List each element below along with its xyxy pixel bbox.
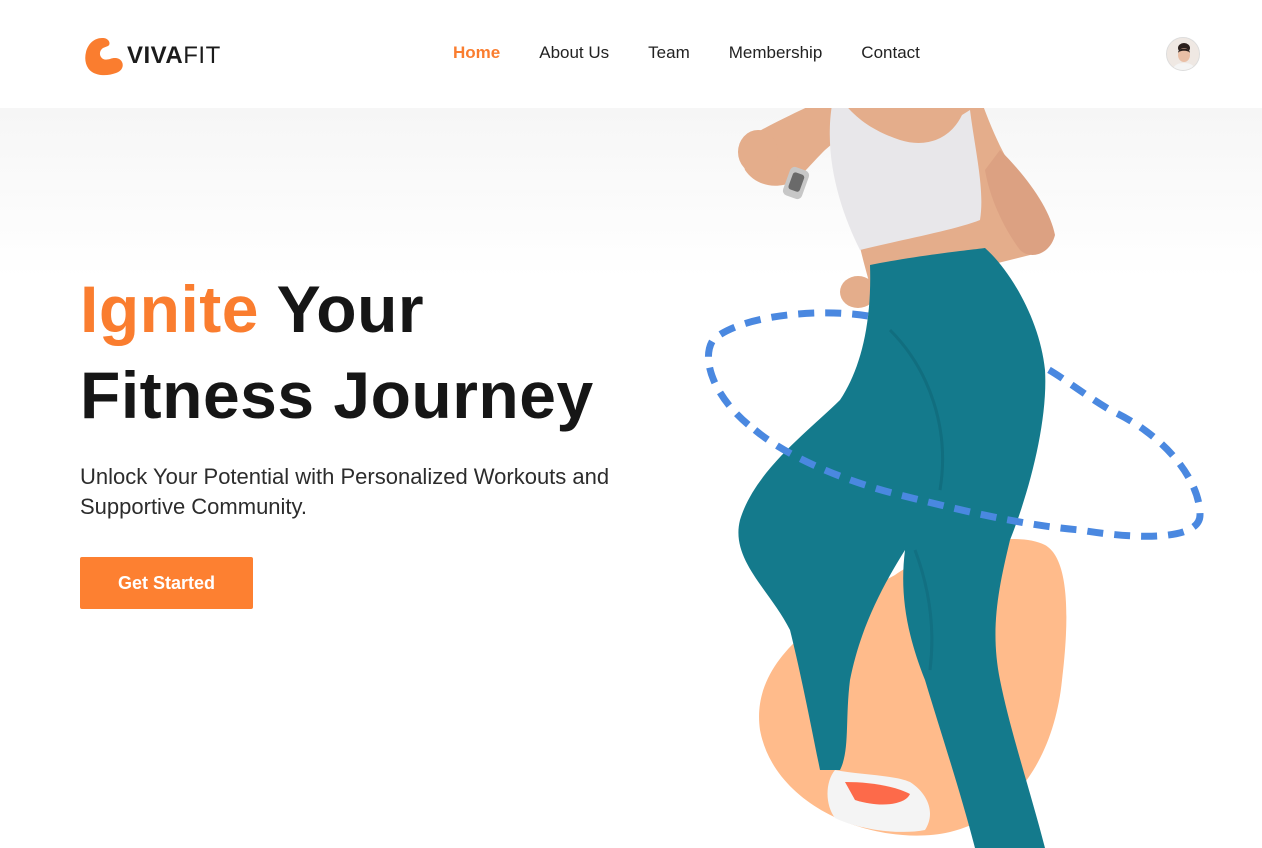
brand-logo[interactable]: VIVAFIT <box>82 36 221 76</box>
hero-title: Ignite Your Fitness Journey <box>80 266 594 438</box>
main-nav: Home About Us Team Membership Contact <box>453 42 959 64</box>
nav-membership[interactable]: Membership <box>729 42 823 64</box>
nav-about-us[interactable]: About Us <box>539 42 609 64</box>
avatar-portrait-icon <box>1167 38 1199 70</box>
hero-subtitle: Unlock Your Potential with Personalized … <box>80 464 610 519</box>
site-header: VIVAFIT Home About Us Team Membership Co… <box>0 0 1262 108</box>
user-avatar[interactable] <box>1166 37 1200 71</box>
runner-artwork <box>705 70 1204 848</box>
brand-name-part2: FIT <box>183 42 221 69</box>
nav-team[interactable]: Team <box>648 42 690 64</box>
hero-title-accent: Ignite <box>80 272 259 346</box>
hero-title-line2: Fitness Journey <box>80 358 594 432</box>
hero-illustration <box>700 70 1240 848</box>
hero-title-line1-rest: Your <box>276 272 425 346</box>
nav-home[interactable]: Home <box>453 42 500 64</box>
nav-contact[interactable]: Contact <box>861 42 920 64</box>
brand-name: VIVAFIT <box>127 42 221 70</box>
get-started-button[interactable]: Get Started <box>80 557 253 609</box>
flexed-arm-icon <box>85 38 123 76</box>
brand-name-part1: VIVA <box>127 42 184 69</box>
